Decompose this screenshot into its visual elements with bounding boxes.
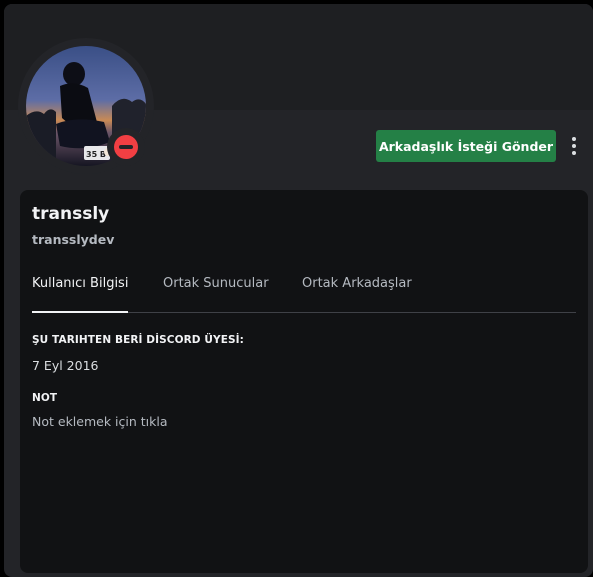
member-since-date: 7 Eyl 2016 [32, 358, 99, 373]
more-dot [572, 151, 576, 155]
more-dot [572, 144, 576, 148]
profile-info-card: transsly transslydev Kullanıcı Bilgisi O… [20, 190, 588, 573]
svg-text:35 B: 35 B [86, 150, 106, 159]
more-vertical-icon[interactable] [566, 132, 582, 160]
more-dot [572, 137, 576, 141]
dnd-icon [114, 135, 138, 159]
tab-user-info[interactable]: Kullanıcı Bilgisi [32, 260, 129, 313]
user-profile-modal: 35 B Arkadaşlık İsteği Gönder transsly t… [4, 4, 593, 577]
note-title: NOT [32, 392, 58, 404]
display-name: transsly [32, 204, 110, 224]
send-friend-request-button[interactable]: Arkadaşlık İsteği Gönder [376, 130, 556, 162]
note-field[interactable]: Not eklemek için tıkla [32, 414, 576, 434]
tab-mutual-servers[interactable]: Ortak Sunucular [163, 260, 269, 312]
profile-tabs: Kullanıcı Bilgisi Ortak Sunucular Ortak … [32, 260, 576, 313]
tab-mutual-friends[interactable]: Ortak Arkadaşlar [302, 260, 412, 312]
member-since-title: ŞU TARIHTEN BERİ DİSCORD ÜYESİ: [32, 334, 244, 346]
username: transslydev [32, 232, 115, 247]
